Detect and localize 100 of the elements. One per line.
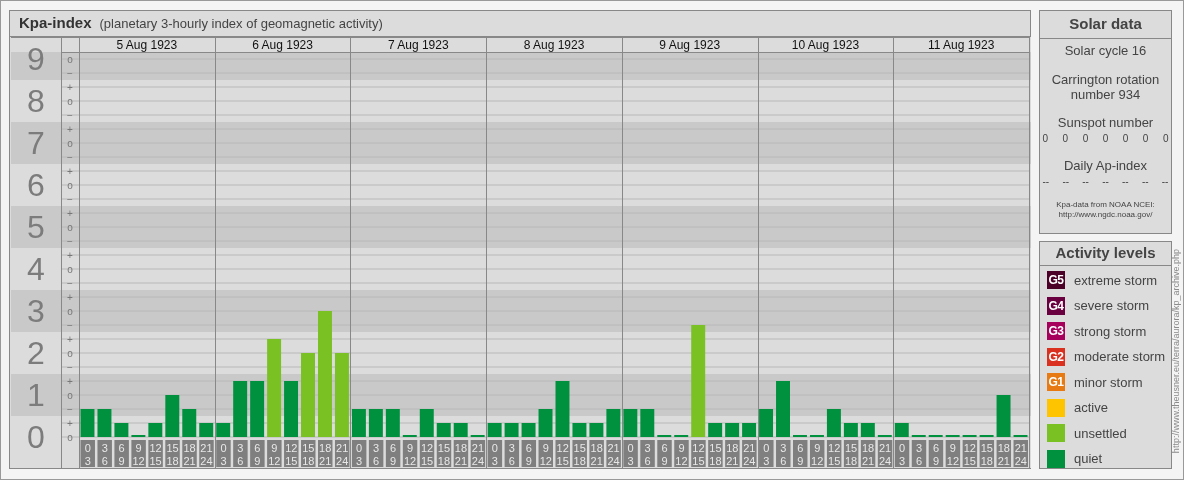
- x-tick-label: 6 9: [797, 441, 804, 467]
- scale-mark: o: [67, 53, 73, 65]
- ap-index-value: --: [1141, 176, 1149, 188]
- y-axis-label: 9: [27, 40, 45, 77]
- time-slot-label: 18 21: [589, 439, 604, 467]
- y-axis-label: 2: [27, 334, 45, 371]
- level-label: active: [1074, 399, 1108, 417]
- sunspot-value: 0: [1042, 133, 1049, 145]
- time-slot-label: 0 3: [216, 439, 231, 467]
- x-tick-label: 6 9: [390, 441, 397, 467]
- scale-mark: +: [67, 333, 73, 345]
- day-header: 9 Aug 1923: [659, 37, 721, 52]
- level-label: severe storm: [1074, 297, 1150, 315]
- panel-title: Solar data: [1040, 11, 1171, 39]
- x-tick-label: 0 3: [220, 441, 227, 467]
- time-slot-label: 12 15: [284, 439, 299, 467]
- x-tick-label: 3 6: [915, 441, 923, 467]
- scale-mark: −: [67, 109, 73, 121]
- sunspot-value: 0: [1062, 133, 1069, 145]
- level-label: unsettled: [1074, 424, 1127, 443]
- time-slot-label: 9 12: [674, 439, 689, 467]
- y-axis-label: 5: [27, 208, 45, 245]
- scale-mark: −: [67, 235, 73, 247]
- day-header: 6 Aug 1923: [252, 37, 313, 52]
- scale-mark: o: [67, 137, 73, 149]
- scale-mark: o: [67, 95, 73, 107]
- x-tick-label: 0 3: [491, 441, 498, 467]
- solar-cycle-text: Solar cycle 16: [1064, 43, 1147, 59]
- x-tick-label: 0 3: [627, 441, 634, 467]
- level-badge: G3: [1047, 322, 1065, 341]
- sunspot-value: 0: [1122, 133, 1129, 145]
- scale-mark: +: [67, 123, 73, 135]
- chart-title: Kpa-index: [19, 13, 92, 34]
- day-header: 8 Aug 1923: [523, 37, 585, 52]
- x-tick-label: 6 9: [525, 441, 532, 467]
- scale-mark: −: [67, 403, 73, 415]
- level-label: extreme storm: [1074, 271, 1158, 290]
- x-tick-label: 6 9: [254, 441, 261, 467]
- time-slot-label: 0 3: [759, 439, 774, 467]
- scale-mark: −: [67, 67, 73, 79]
- source-text: Kpa-data from NOAA NCEI:: [1056, 200, 1155, 210]
- x-tick-label: 0 3: [763, 441, 770, 467]
- scale-mark: +: [67, 291, 73, 303]
- time-slot-label: 3 6: [233, 439, 248, 467]
- y-axis-label: 1: [27, 376, 45, 413]
- time-slot-label: 21 24: [606, 439, 621, 467]
- x-tick-label: 6 9: [661, 441, 668, 467]
- source-url: http://www.ngdc.noaa.gov/: [1058, 210, 1153, 220]
- chart-subtitle: (planetary 3-hourly index of geomagnetic activity): [99, 14, 383, 33]
- time-slot-label: 21 24: [742, 439, 757, 467]
- level-badge: G2: [1047, 347, 1065, 366]
- x-tick-label: 0 3: [356, 441, 363, 467]
- y-axis-label: 8: [27, 82, 45, 119]
- credit-url: http://www.theusner.eu/terra/aurora/kp_archive.php: [1171, 249, 1181, 454]
- sunspot-value: 0: [1082, 133, 1089, 145]
- scale-mark: +: [67, 207, 73, 219]
- time-slot-label: 3 6: [640, 439, 655, 467]
- scale-mark: o: [67, 305, 73, 317]
- x-tick-label: 3 6: [644, 441, 651, 467]
- scale-mark: o: [67, 389, 73, 401]
- time-slot-label: 9 12: [267, 439, 282, 467]
- scale-mark: o: [67, 347, 73, 359]
- scale-mark: +: [67, 417, 73, 429]
- time-slot-label: 12 15: [148, 439, 163, 467]
- scale-mark: −: [67, 151, 73, 163]
- x-tick-label: 3 6: [373, 441, 380, 467]
- ap-index-value: --: [1082, 176, 1089, 188]
- ap-index-value: --: [1062, 176, 1070, 188]
- ap-index-value: --: [1161, 176, 1169, 188]
- x-tick-label: 3 6: [237, 441, 244, 467]
- y-axis-label: 6: [27, 166, 45, 203]
- scale-mark: −: [67, 319, 73, 331]
- time-slot-label: 6 9: [250, 439, 265, 467]
- x-tick-label: 0 3: [898, 441, 906, 467]
- scale-mark: o: [67, 179, 73, 191]
- day-header: 7 Aug 1923: [387, 37, 449, 52]
- sunspot-value: 0: [1162, 133, 1169, 145]
- carrington-text: Carrington rotation number 934: [1050, 72, 1161, 102]
- time-slot-label: 15 18: [708, 439, 723, 467]
- time-slot-label: 6 9: [657, 439, 672, 467]
- scale-mark: +: [67, 375, 73, 387]
- scale-mark: −: [67, 193, 73, 205]
- day-header: 11 Aug 1923: [927, 37, 995, 52]
- x-tick-label: 3 6: [508, 441, 515, 467]
- level-label: strong storm: [1074, 322, 1147, 341]
- scale-mark: o: [67, 431, 73, 443]
- scale-mark: −: [67, 361, 73, 373]
- y-axis-label: 0: [27, 418, 45, 455]
- level-label: minor storm: [1074, 373, 1143, 392]
- ap-index-title: Daily Ap-index: [1063, 158, 1148, 174]
- sunspot-value: 0: [1142, 133, 1149, 145]
- x-tick-label: 3 6: [780, 441, 787, 467]
- scale-mark: −: [67, 277, 73, 289]
- x-tick-label: 3 6: [101, 441, 108, 467]
- level-badge: G4: [1047, 296, 1065, 315]
- time-slot-label: 0 3: [623, 439, 638, 467]
- scale-mark: o: [67, 263, 73, 275]
- x-tick-label: 0 3: [84, 441, 91, 467]
- panel-title: Activity levels: [1040, 242, 1171, 266]
- scale-mark: +: [67, 249, 73, 261]
